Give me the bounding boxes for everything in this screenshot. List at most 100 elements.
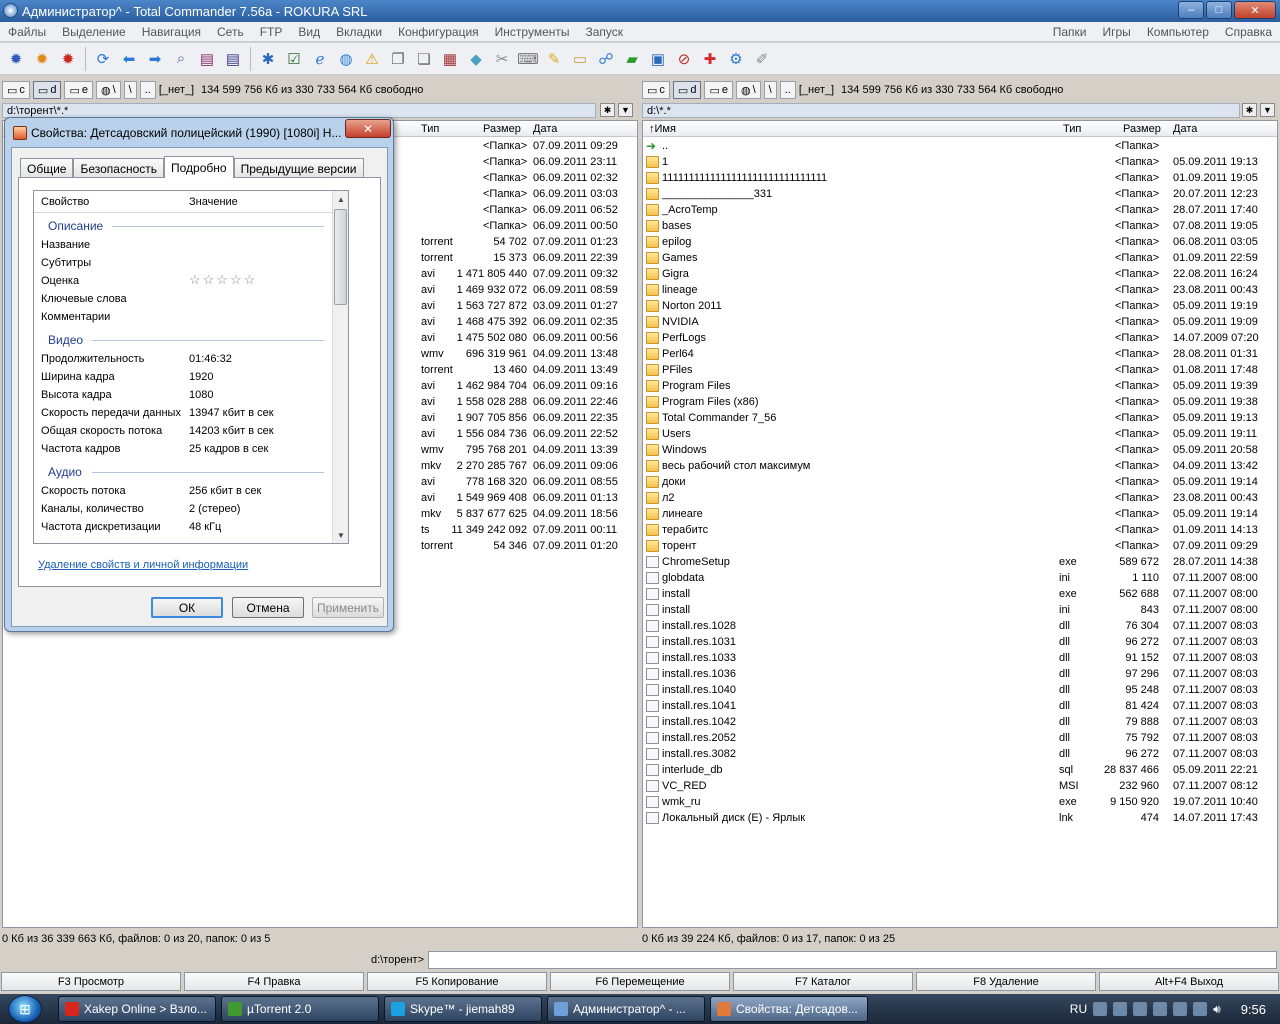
archive-icon[interactable]: ▤ (195, 47, 219, 71)
menu-files[interactable]: Файлы (0, 25, 54, 39)
table-row[interactable]: NVIDIA <Папка> 05.09.2011 19:09 (643, 315, 1277, 331)
menu-folders[interactable]: Папки (1045, 25, 1095, 39)
globe-icon[interactable]: ◍ (334, 47, 358, 71)
file-icon[interactable]: ❏ (412, 47, 436, 71)
refresh-icon[interactable]: ⟳ (91, 47, 115, 71)
tab-previous-versions[interactable]: Предыдущие версии (233, 158, 364, 178)
dialog-close-button[interactable]: ✕ (345, 119, 391, 138)
col-property[interactable]: Свойство (41, 196, 89, 208)
table-row[interactable]: 1111111111111111111111111111111 <Папка> 01… (643, 171, 1277, 187)
table-row[interactable]: Perl64 <Папка> 28.08.2011 01:31 (643, 347, 1277, 363)
table-row[interactable]: install.res.1033 dll 91 152 07.11.2007 08:0… (643, 651, 1277, 667)
left-drive-d[interactable]: ▭ d (32, 81, 62, 99)
right-drive-c[interactable]: ▭ c (642, 81, 670, 99)
f6-move-button[interactable]: F6 Перемещение (550, 972, 730, 991)
tray-app-icon[interactable] (1113, 1002, 1128, 1016)
left-root-button[interactable]: \ (123, 81, 137, 99)
table-row[interactable]: bases <Папка> 07.08.2011 19:05 (643, 219, 1277, 235)
taskbar-button[interactable]: µTorrent 2.0 (221, 996, 379, 1022)
maximize-button[interactable]: □ (1206, 1, 1232, 19)
col-date[interactable]: Дата (1173, 123, 1197, 135)
table-row[interactable]: ➜.. <Папка> (643, 139, 1277, 155)
table-row[interactable]: install exe 562 688 07.11.2007 08:00 (643, 587, 1277, 603)
left-drive-e[interactable]: ▭ e (64, 81, 93, 99)
tools-icon[interactable]: ⚙ (724, 47, 748, 71)
left-up-button[interactable]: .. (139, 81, 156, 99)
right-hotlist-button[interactable]: ✱ (1242, 103, 1257, 117)
keyboard-icon[interactable]: ⌨ (516, 47, 540, 71)
gear-icon[interactable]: ✹ (56, 47, 80, 71)
tab-security[interactable]: Безопасность (73, 158, 165, 178)
menu-start[interactable]: Запуск (578, 25, 632, 39)
rating-stars[interactable]: ☆☆☆☆☆ (189, 272, 257, 288)
minimize-button[interactable]: – (1178, 1, 1204, 19)
table-row[interactable]: interlude_db sql 28 837 466 05.09.2011 22:2… (643, 763, 1277, 779)
scroll-down-icon[interactable]: ▼ (333, 527, 348, 543)
f8-delete-button[interactable]: F8 Удаление (916, 972, 1096, 991)
table-row[interactable]: Users <Папка> 05.09.2011 19:11 (643, 427, 1277, 443)
left-drive-net[interactable]: ◍ \ (95, 81, 121, 99)
scroll-up-icon[interactable]: ▲ (333, 191, 348, 207)
table-row[interactable]: install.res.2052 dll 75 792 07.11.2007 08:0… (643, 731, 1277, 747)
table-row[interactable]: lineage <Папка> 23.08.2011 00:43 (643, 283, 1277, 299)
f7-mkdir-button[interactable]: F7 Каталог (733, 972, 913, 991)
taskbar-button[interactable]: Администратор^ - ... (547, 996, 705, 1022)
menu-computer[interactable]: Компьютер (1139, 25, 1217, 39)
table-row[interactable]: globdata ini 1 110 07.11.2007 08:00 (643, 571, 1277, 587)
table-row[interactable]: Games <Папка> 01.09.2011 22:59 (643, 251, 1277, 267)
table-row[interactable]: Program Files <Папка> 05.09.2011 19:39 (643, 379, 1277, 395)
table-row[interactable]: терабитс <Папка> 01.09.2011 14:13 (643, 523, 1277, 539)
archive-icon[interactable]: ▤ (221, 47, 245, 71)
checklist-icon[interactable]: ☑ (282, 47, 306, 71)
table-row[interactable]: Total Commander 7_56 <Папка> 05.09.2011 19… (643, 411, 1277, 427)
table-row[interactable]: install ini 843 07.11.2007 08:00 (643, 603, 1277, 619)
grid-icon[interactable]: ▦ (438, 47, 462, 71)
menu-help[interactable]: Справка (1217, 25, 1280, 39)
tool-icon[interactable]: ✱ (256, 47, 280, 71)
file-icon[interactable]: ❐ (386, 47, 410, 71)
left-drive-c[interactable]: ▭ c (2, 81, 30, 99)
start-button[interactable]: ⊞ (0, 994, 50, 1024)
table-row[interactable]: торент <Папка> 07.09.2011 09:29 (643, 539, 1277, 555)
col-size[interactable]: Размер (483, 123, 521, 135)
menu-config[interactable]: Конфигурация (390, 25, 487, 39)
table-row[interactable]: Локальный диск (E) - Ярлык lnk 474 14.07.20… (643, 811, 1277, 827)
table-row[interactable]: Windows <Папка> 05.09.2011 20:58 (643, 443, 1277, 459)
table-row[interactable]: install.res.1042 dll 79 888 07.11.2007 08:0… (643, 715, 1277, 731)
table-row[interactable]: VC_RED MSI 232 960 07.11.2007 08:12 (643, 779, 1277, 795)
right-drive-e[interactable]: ▭ e (704, 81, 733, 99)
table-row[interactable]: PFiles <Папка> 01.08.2011 17:48 (643, 363, 1277, 379)
taskbar-button[interactable]: Xakep Online > Взло... (58, 996, 216, 1022)
right-drive-net[interactable]: ◍ \ (735, 81, 761, 99)
tray-app-icon[interactable] (1093, 1002, 1108, 1016)
alt-f4-exit-button[interactable]: Alt+F4 Выход (1099, 972, 1279, 991)
table-row[interactable]: _______________331 <Папка> 20.07.2011 12:2… (643, 187, 1277, 203)
tab-details[interactable]: Подробно (164, 156, 234, 178)
menu-view[interactable]: Вид (290, 25, 328, 39)
table-row[interactable]: Gigra <Папка> 22.08.2011 16:24 (643, 267, 1277, 283)
table-row[interactable]: 1 <Папка> 05.09.2011 19:13 (643, 155, 1277, 171)
arrow-right-icon[interactable]: ➡ (143, 47, 167, 71)
tray-app-icon[interactable] (1133, 1002, 1148, 1016)
gear-icon[interactable]: ✹ (30, 47, 54, 71)
table-row[interactable]: epilog <Папка> 06.08.2011 03:05 (643, 235, 1277, 251)
brush-icon[interactable]: ✐ (750, 47, 774, 71)
col-date[interactable]: Дата (533, 123, 557, 135)
table-row[interactable]: л2 <Папка> 23.08.2011 00:43 (643, 491, 1277, 507)
table-row[interactable]: _AcroTemp <Папка> 28.07.2011 17:40 (643, 203, 1277, 219)
tab-general[interactable]: Общие (20, 158, 74, 178)
taskbar-button[interactable]: Свойства: Детсадов... (710, 996, 868, 1022)
warning-icon[interactable]: ⚠ (360, 47, 384, 71)
table-row[interactable]: install.res.1036 dll 97 296 07.11.2007 08:0… (643, 667, 1277, 683)
col-size[interactable]: Размер (1123, 123, 1161, 135)
image-icon[interactable]: ▣ (646, 47, 670, 71)
gear-icon[interactable]: ✹ (4, 47, 28, 71)
command-input[interactable] (428, 951, 1277, 969)
table-row[interactable]: wmk_ru exe 9 150 920 19.07.2011 10:40 (643, 795, 1277, 811)
taskbar-button[interactable]: Skype™ - jiemah89 (384, 996, 542, 1022)
note-icon[interactable]: ✎ (542, 47, 566, 71)
left-hotlist-button[interactable]: ✱ (600, 103, 615, 117)
table-row[interactable]: весь рабочий стол максимум <Папка> 04.09.2… (643, 459, 1277, 475)
f4-edit-button[interactable]: F4 Правка (184, 972, 364, 991)
network-icon[interactable]: ☍ (594, 47, 618, 71)
